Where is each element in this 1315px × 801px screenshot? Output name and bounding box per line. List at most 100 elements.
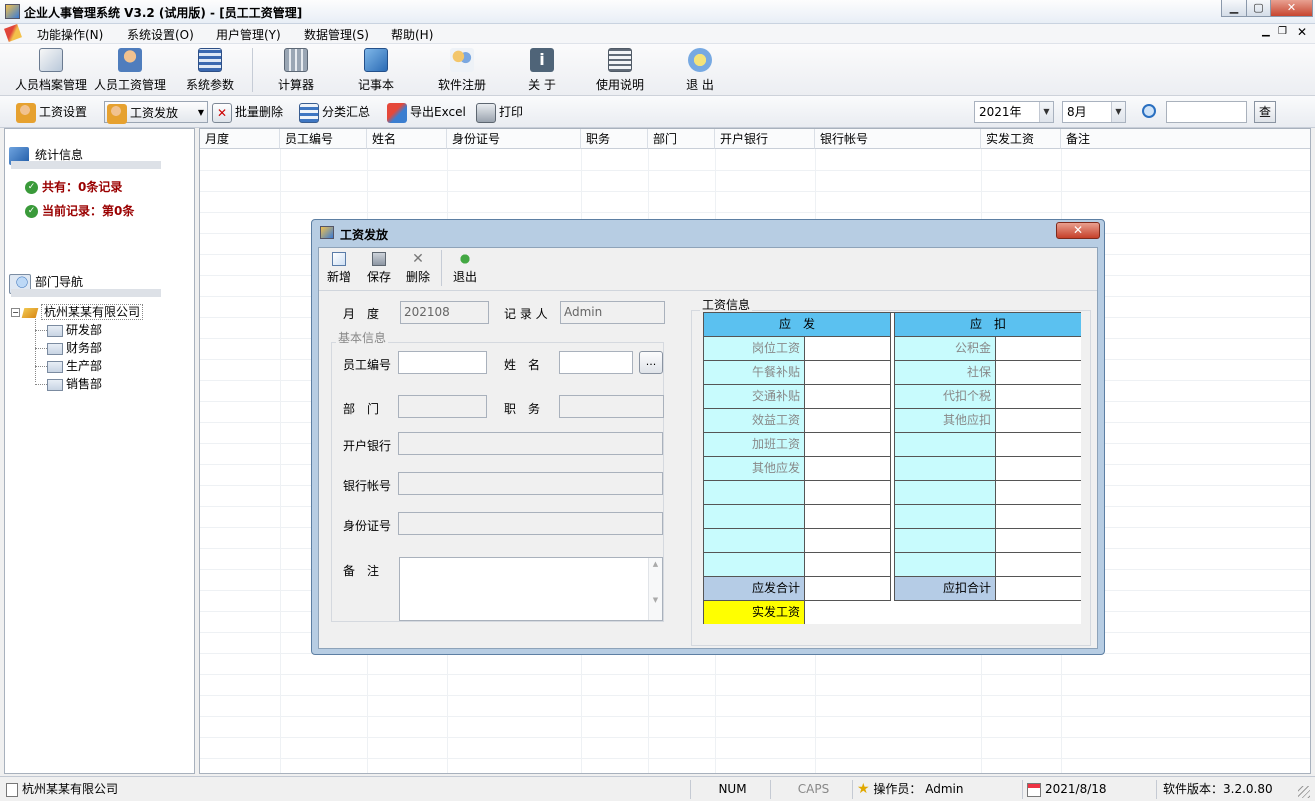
save-button[interactable]: 保存 (361, 250, 397, 285)
grid-header-idno[interactable]: 身份证号 (447, 129, 581, 149)
deduct-header: 应 扣 (895, 313, 1081, 337)
payable-item-value[interactable] (805, 433, 890, 457)
deduct-total-value[interactable] (996, 577, 1081, 601)
tree-root[interactable]: − 杭州某某有限公司 (11, 303, 144, 320)
minimize-button[interactable]: ▁ (1221, 0, 1247, 17)
account-field[interactable] (398, 472, 663, 495)
grid-header-account[interactable]: 银行帐号 (815, 129, 981, 149)
mdi-restore-icon[interactable]: ❐ (1278, 26, 1287, 37)
salary-settings-button[interactable]: 工资设置 (16, 101, 87, 123)
export-excel-button[interactable]: 导出Excel (387, 101, 466, 123)
grid-header-bank[interactable]: 开户银行 (715, 129, 815, 149)
toolbar-exit-button[interactable]: 退 出 (680, 46, 720, 94)
grid-header-remark[interactable]: 备注 (1061, 129, 1310, 149)
month-field[interactable]: 202108 (400, 301, 489, 324)
payable-item-value[interactable] (805, 505, 890, 529)
month-label: 月 度 (343, 307, 380, 321)
chevron-down-icon[interactable]: ▼ (1111, 102, 1125, 122)
payable-item-value[interactable] (805, 529, 890, 553)
status-version: 软件版本：3.2.0.80 (1156, 780, 1296, 799)
deduct-item-value[interactable] (996, 409, 1081, 433)
year-select[interactable]: 2021年 ▼ (974, 101, 1054, 123)
payable-item-value[interactable] (805, 553, 890, 577)
toolbar-calculator-button[interactable]: 计算器 (272, 46, 320, 94)
grid-row-line (200, 170, 1310, 171)
deduct-item-value[interactable] (996, 529, 1081, 553)
tree-item-dept[interactable]: 财务部 (35, 339, 102, 356)
payable-item-value[interactable] (805, 385, 890, 409)
status-date: 2021/8/18 (1022, 780, 1156, 799)
emp-no-field[interactable] (398, 351, 487, 374)
bank-field[interactable] (398, 432, 663, 455)
grid-header-name[interactable]: 姓名 (367, 129, 447, 149)
payable-item-value[interactable] (805, 409, 890, 433)
salary-pay-button[interactable]: 工资发放 ▼ (104, 101, 208, 124)
recorder-field[interactable]: Admin (560, 301, 665, 324)
person-pay-icon (107, 103, 127, 124)
deduct-item-value[interactable] (996, 385, 1081, 409)
month-select[interactable]: 8月 ▼ (1062, 101, 1126, 123)
id-field[interactable] (398, 512, 663, 535)
menu-settings[interactable]: 系统设置(O) (127, 26, 194, 43)
tree-item-dept[interactable]: 生产部 (35, 357, 102, 374)
toolbar-params-button[interactable]: 系统参数 (182, 46, 238, 94)
payable-item-value[interactable] (805, 457, 890, 481)
deduct-item-value[interactable] (996, 457, 1081, 481)
net-pay-value[interactable] (805, 601, 1081, 624)
payable-item-value[interactable] (805, 481, 890, 505)
menu-function[interactable]: 功能操作(N) (37, 26, 103, 43)
maximize-button[interactable]: ▢ (1246, 0, 1271, 17)
dropdown-arrow-icon[interactable]: ▼ (198, 102, 204, 124)
toolbar-about-button[interactable]: i 关 于 (522, 46, 562, 94)
deduct-item-value[interactable] (996, 433, 1081, 457)
search-input[interactable] (1166, 101, 1247, 123)
delete-button[interactable]: ✕ 删除 (400, 250, 436, 285)
toolbar-manual-button[interactable]: 使用说明 (592, 46, 648, 94)
toolbar-register-button[interactable]: 软件注册 (434, 46, 490, 94)
grid-header-month[interactable]: 月度 (200, 129, 280, 149)
payable-item-value[interactable] (805, 337, 890, 361)
exit-button[interactable]: 退出 (447, 250, 483, 285)
menu-help[interactable]: 帮助(H) (391, 26, 433, 43)
print-button[interactable]: 打印 (476, 101, 523, 123)
grid-header-position[interactable]: 职务 (581, 129, 648, 149)
tree-collapse-icon[interactable]: − (11, 308, 20, 317)
position-field[interactable] (559, 395, 664, 418)
menu-users[interactable]: 用户管理(Y) (216, 26, 281, 43)
scrollbar[interactable]: ▲ ▼ (648, 558, 662, 620)
deduct-item-value[interactable] (996, 481, 1081, 505)
grid-icon (198, 48, 222, 72)
mdi-close-icon[interactable]: ✕ (1297, 25, 1307, 39)
tree-item-dept[interactable]: 销售部 (35, 375, 102, 392)
menu-data[interactable]: 数据管理(S) (304, 26, 369, 43)
remark-textarea[interactable]: ▲ ▼ (399, 557, 663, 621)
toolbar-archive-button[interactable]: 人员档案管理 (14, 46, 88, 94)
deduct-item-value[interactable] (996, 361, 1081, 385)
dept-field[interactable] (398, 395, 487, 418)
deduct-item-value[interactable] (996, 505, 1081, 529)
mdi-minimize-icon[interactable]: ▁ (1262, 26, 1270, 37)
grid-header-netpay[interactable]: 实发工资 (981, 129, 1061, 149)
tree-item-dept[interactable]: 研发部 (35, 321, 102, 338)
payable-total-value[interactable] (805, 577, 890, 601)
resize-grip-icon[interactable] (1298, 786, 1310, 798)
chevron-down-icon[interactable]: ▼ (1039, 102, 1053, 122)
dialog-close-button[interactable]: ✕ (1056, 222, 1100, 239)
name-field[interactable] (559, 351, 633, 374)
close-button[interactable]: ✕ (1270, 0, 1313, 17)
category-summary-button[interactable]: 分类汇总 (299, 101, 370, 123)
search-button[interactable]: 查 (1254, 101, 1276, 123)
grid-header-empno[interactable]: 员工编号 (280, 129, 367, 149)
payable-item-value[interactable] (805, 361, 890, 385)
batch-delete-button[interactable]: ✕ 批量删除 (212, 101, 283, 123)
toolbar-notepad-button[interactable]: 记事本 (352, 46, 400, 94)
main-toolbar: 人员档案管理 人员工资管理 系统参数 计算器 记事本 软件注册 i 关 于 使用… (0, 44, 1315, 96)
payable-item-label: 岗位工资 (704, 337, 805, 361)
browse-button[interactable]: ... (639, 351, 663, 374)
toolbar-salary-button[interactable]: 人员工资管理 (93, 46, 167, 94)
deduct-item-label: 社保 (895, 361, 996, 385)
deduct-item-value[interactable] (996, 553, 1081, 577)
deduct-item-value[interactable] (996, 337, 1081, 361)
add-button[interactable]: 新增 (321, 250, 357, 285)
grid-header-dept[interactable]: 部门 (648, 129, 715, 149)
